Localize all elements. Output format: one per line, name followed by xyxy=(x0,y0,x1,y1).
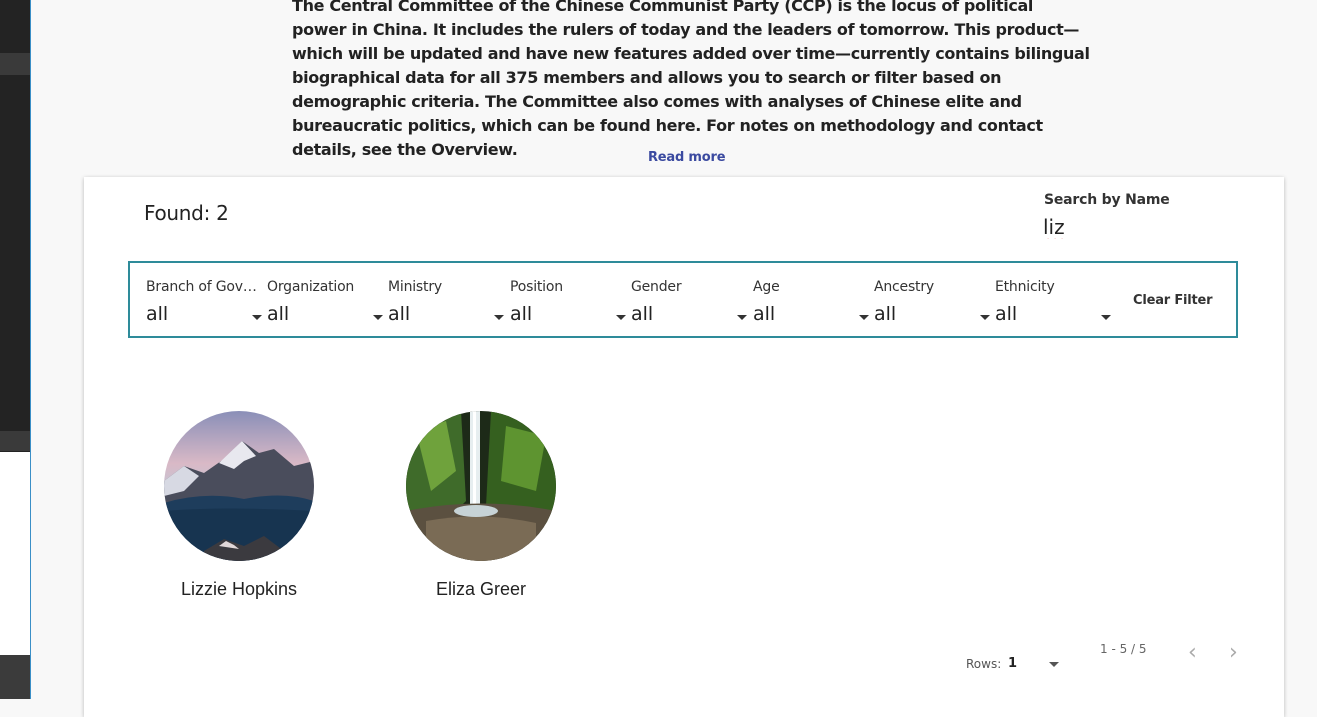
chevron-down-icon[interactable] xyxy=(252,315,262,320)
filter-value: all xyxy=(146,303,169,325)
person-card[interactable]: Lizzie Hopkins xyxy=(139,411,339,600)
chevron-down-icon[interactable] xyxy=(980,315,990,320)
filter-bar: Branch of Government all Organization al… xyxy=(128,261,1238,338)
chevron-down-icon[interactable] xyxy=(616,315,626,320)
filter-value: all xyxy=(388,303,411,325)
left-bottom-bar xyxy=(0,655,30,699)
filter-ministry[interactable]: Ministry all xyxy=(388,279,509,329)
left-strip xyxy=(0,53,30,75)
person-name[interactable]: Eliza Greer xyxy=(381,579,581,600)
left-divider xyxy=(30,0,31,699)
filter-label: Age xyxy=(753,279,780,295)
clear-filter-button[interactable]: Clear Filter xyxy=(1133,293,1213,308)
read-more-link[interactable]: Read more xyxy=(648,150,726,165)
filter-value: all xyxy=(995,303,1018,325)
filter-branch[interactable]: Branch of Government all xyxy=(146,279,267,329)
filter-age[interactable]: Age all xyxy=(753,279,874,329)
chevron-right-icon[interactable]: › xyxy=(1229,640,1238,665)
filter-value: all xyxy=(753,303,776,325)
chevron-down-icon[interactable] xyxy=(494,315,504,320)
rows-select[interactable]: 1 xyxy=(1008,656,1017,671)
person-name[interactable]: Lizzie Hopkins xyxy=(139,579,339,600)
filter-gender[interactable]: Gender all xyxy=(631,279,752,329)
chevron-down-icon[interactable] xyxy=(373,315,383,320)
left-panel xyxy=(0,0,31,699)
search-label: Search by Name xyxy=(1044,192,1170,208)
chevron-down-icon[interactable] xyxy=(859,315,869,320)
intro-paragraph: The Central Committee of the Chinese Com… xyxy=(292,0,1090,159)
left-strip xyxy=(0,431,30,451)
page-range: 1 - 5 / 5 xyxy=(1100,642,1147,656)
person-card[interactable]: Eliza Greer xyxy=(381,411,581,600)
filter-label: Ancestry xyxy=(874,279,934,295)
search-input[interactable] xyxy=(1043,215,1223,239)
rows-label: Rows: xyxy=(966,657,1002,671)
filter-value: all xyxy=(267,303,290,325)
filter-ethnicity[interactable]: Ethnicity all xyxy=(995,279,1116,329)
found-count: Found: 2 xyxy=(144,201,229,225)
avatar[interactable] xyxy=(164,411,314,561)
filter-position[interactable]: Position all xyxy=(510,279,631,329)
filter-label: Branch of Government xyxy=(146,279,264,295)
chevron-down-icon[interactable] xyxy=(1101,315,1111,320)
results-card: Found: 2 Search by Name Branch of Govern… xyxy=(84,177,1284,717)
avatar[interactable] xyxy=(406,411,556,561)
filter-value: all xyxy=(874,303,897,325)
filter-label: Organization xyxy=(267,279,355,295)
filter-label: Gender xyxy=(631,279,682,295)
filter-label: Ministry xyxy=(388,279,442,295)
filter-organization[interactable]: Organization all xyxy=(267,279,388,329)
filter-label: Ethnicity xyxy=(995,279,1055,295)
chevron-left-icon[interactable]: ‹ xyxy=(1188,640,1197,665)
chevron-down-icon[interactable] xyxy=(737,315,747,320)
filter-value: all xyxy=(510,303,533,325)
filter-ancestry[interactable]: Ancestry all xyxy=(874,279,995,329)
filter-label: Position xyxy=(510,279,563,295)
filter-value: all xyxy=(631,303,654,325)
chevron-down-icon[interactable] xyxy=(1049,662,1059,667)
